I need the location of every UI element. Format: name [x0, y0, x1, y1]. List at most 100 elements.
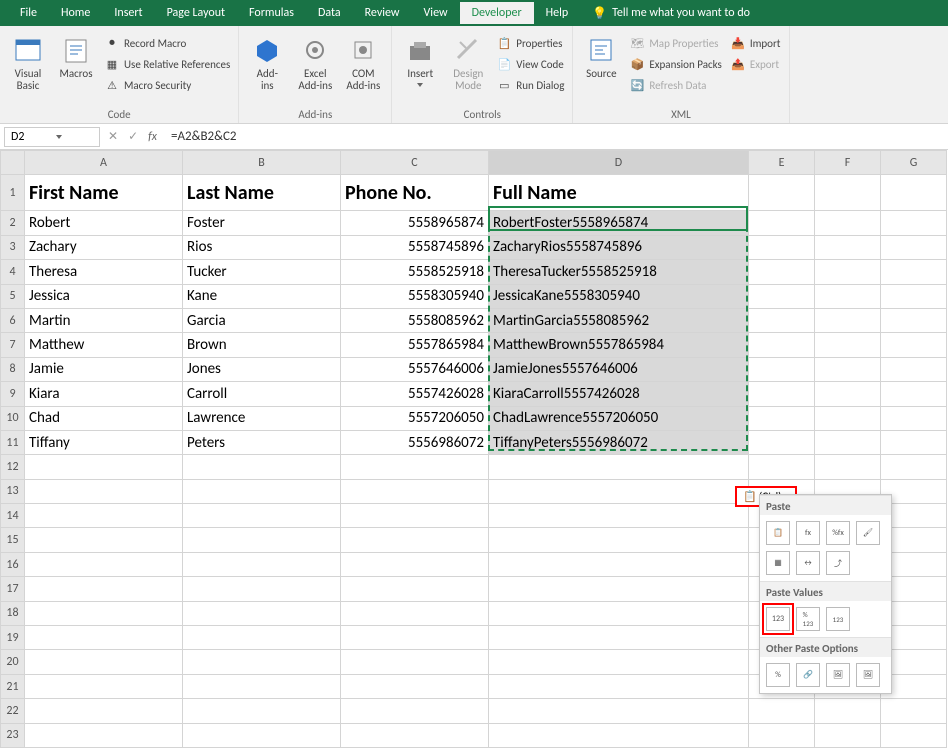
cell[interactable]	[489, 504, 749, 528]
design-mode-button[interactable]: Design Mode	[446, 30, 490, 106]
cell[interactable]: Jones	[183, 357, 341, 381]
cell[interactable]	[489, 723, 749, 747]
cell[interactable]	[341, 528, 489, 552]
expansion-packs-button[interactable]: 📦Expansion Packs	[627, 55, 723, 73]
cell[interactable]	[815, 175, 881, 211]
cell[interactable]	[183, 674, 341, 698]
paste-all-button[interactable]: 📋	[766, 521, 790, 545]
cell[interactable]	[183, 504, 341, 528]
cell[interactable]	[183, 577, 341, 601]
col-header-e[interactable]: E	[749, 151, 815, 175]
paste-keep-formatting-button[interactable]: 🖌	[856, 521, 880, 545]
cell[interactable]	[815, 723, 881, 747]
col-header-a[interactable]: A	[25, 151, 183, 175]
cell[interactable]	[183, 552, 341, 576]
cell[interactable]: Phone No.	[341, 175, 489, 211]
paste-values-button[interactable]: 123	[766, 607, 790, 631]
cell[interactable]	[183, 455, 341, 479]
row-header[interactable]: 1	[1, 175, 25, 211]
paste-link-button[interactable]: 🔗	[796, 663, 820, 687]
cell[interactable]	[881, 211, 947, 235]
cell[interactable]	[749, 357, 815, 381]
cell[interactable]	[749, 308, 815, 332]
cell[interactable]	[815, 260, 881, 284]
cell[interactable]: Carroll	[183, 382, 341, 406]
cell[interactable]	[749, 260, 815, 284]
paste-keep-widths-button[interactable]: ↔	[796, 551, 820, 575]
cell[interactable]	[25, 504, 183, 528]
cell[interactable]	[183, 528, 341, 552]
cell[interactable]	[341, 626, 489, 650]
cell[interactable]: Robert	[25, 211, 183, 235]
cell[interactable]	[489, 479, 749, 503]
cell[interactable]	[341, 601, 489, 625]
cell[interactable]: Kane	[183, 284, 341, 308]
cell[interactable]	[749, 699, 815, 723]
cell[interactable]	[341, 552, 489, 576]
cell[interactable]	[489, 699, 749, 723]
cell[interactable]: ZacharyRios5558745896	[489, 235, 749, 259]
cell[interactable]	[815, 333, 881, 357]
cell[interactable]	[815, 211, 881, 235]
row-header[interactable]: 3	[1, 235, 25, 259]
col-header-c[interactable]: C	[341, 151, 489, 175]
cell[interactable]	[183, 479, 341, 503]
cell[interactable]	[749, 284, 815, 308]
cell[interactable]	[489, 577, 749, 601]
excel-addins-button[interactable]: Excel Add-ins	[293, 30, 337, 106]
cell[interactable]: ChadLawrence5557206050	[489, 406, 749, 430]
cell[interactable]	[341, 650, 489, 674]
cell[interactable]: Jessica	[25, 284, 183, 308]
row-header[interactable]: 2	[1, 211, 25, 235]
row-header[interactable]: 9	[1, 382, 25, 406]
cell[interactable]	[881, 382, 947, 406]
cell[interactable]: Tucker	[183, 260, 341, 284]
cell[interactable]	[183, 650, 341, 674]
row-header[interactable]: 5	[1, 284, 25, 308]
visual-basic-button[interactable]: Visual Basic	[6, 30, 50, 106]
row-header[interactable]: 23	[1, 723, 25, 747]
cell[interactable]: MartinGarcia5558085962	[489, 308, 749, 332]
cell[interactable]	[881, 455, 947, 479]
cell[interactable]	[881, 357, 947, 381]
cell[interactable]	[749, 430, 815, 454]
cell[interactable]	[815, 235, 881, 259]
paste-picture-button[interactable]: 🖼	[826, 663, 850, 687]
macros-button[interactable]: Macros	[54, 30, 98, 106]
paste-formulas-number-button[interactable]: %fx	[826, 521, 850, 545]
macro-security-button[interactable]: ⚠Macro Security	[102, 76, 232, 94]
cell[interactable]	[489, 601, 749, 625]
cell[interactable]	[341, 479, 489, 503]
cell[interactable]: 5558085962	[341, 308, 489, 332]
import-button[interactable]: 📥Import	[728, 34, 783, 52]
col-header-g[interactable]: G	[881, 151, 947, 175]
cell[interactable]: 5557426028	[341, 382, 489, 406]
paste-values-format-button[interactable]: 123	[826, 607, 850, 631]
cell[interactable]	[183, 723, 341, 747]
col-header-b[interactable]: B	[183, 151, 341, 175]
cell[interactable]	[881, 235, 947, 259]
cell[interactable]	[341, 455, 489, 479]
name-box[interactable]: D2	[4, 127, 100, 147]
cell[interactable]: MatthewBrown5557865984	[489, 333, 749, 357]
row-header[interactable]: 12	[1, 455, 25, 479]
cell[interactable]	[749, 382, 815, 406]
cell[interactable]: Foster	[183, 211, 341, 235]
cell[interactable]	[183, 601, 341, 625]
cell[interactable]	[749, 235, 815, 259]
row-header[interactable]: 17	[1, 577, 25, 601]
row-header[interactable]: 10	[1, 406, 25, 430]
cell[interactable]	[881, 406, 947, 430]
cell[interactable]	[489, 528, 749, 552]
row-header[interactable]: 21	[1, 674, 25, 698]
cell[interactable]	[25, 650, 183, 674]
col-header-d[interactable]: D	[489, 151, 749, 175]
cell[interactable]	[749, 333, 815, 357]
cell[interactable]	[749, 175, 815, 211]
cell[interactable]	[183, 699, 341, 723]
tab-home[interactable]: Home	[49, 2, 102, 24]
tab-help[interactable]: Help	[534, 2, 581, 24]
cell[interactable]	[881, 430, 947, 454]
cell[interactable]	[489, 455, 749, 479]
cell[interactable]: JessicaKane5558305940	[489, 284, 749, 308]
